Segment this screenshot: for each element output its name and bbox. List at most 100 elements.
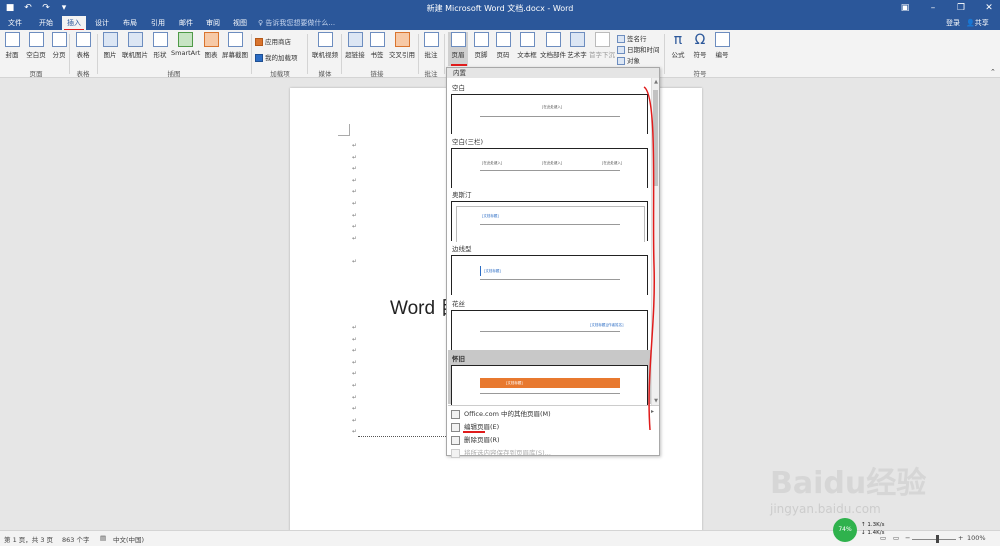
tab-mailings[interactable]: 邮件 [174,16,198,30]
smartart-button[interactable]: SmartArt [171,32,200,57]
header-button[interactable]: 页眉 [448,32,468,66]
tab-view[interactable]: 视图 [228,16,252,30]
wordart-button[interactable]: 艺术字 [567,32,587,59]
table-button[interactable]: 表格 [73,32,93,59]
screenshot-button[interactable]: 屏幕截图 [222,32,248,59]
page-number-button[interactable]: 页码 [493,32,513,59]
signature-line-button[interactable]: 签名行 [617,33,647,43]
tab-insert[interactable]: 插入 [62,16,86,30]
header-rule [480,393,620,394]
footer-icon [473,32,489,47]
zoom-out-icon[interactable]: − [905,534,910,542]
ribbon-display-options-icon[interactable]: ▣ [898,1,912,15]
save-to-gallery-icon [451,448,460,458]
blank-page-icon [28,32,44,47]
online-video-label: 联机视频 [312,51,338,59]
page-number-label: 页码 [496,51,510,59]
tell-me-search[interactable]: ♀ 告诉我您想要做什么... [258,18,335,28]
cover-page-icon [4,32,20,47]
menu-item-edit-header[interactable]: 编辑页眉(E) [451,421,499,432]
group-label-pages: 页面 [29,70,43,78]
drop-cap-button[interactable]: 首字下沉 [589,32,615,59]
screenshot-icon [227,32,243,47]
zoom-slider-thumb[interactable] [936,535,939,543]
chart-button[interactable]: 图表 [202,32,220,59]
cover-page-button[interactable]: 封面 [3,32,21,59]
number-button[interactable]: 编号 [712,32,732,59]
cross-reference-button[interactable]: 交叉引用 [388,32,416,59]
header-rule [480,279,620,280]
hyperlink-button[interactable]: 超链接 [344,32,366,59]
header-preset-austin[interactable]: [文档标题] [451,201,648,242]
pictures-button[interactable]: 图片 [100,32,120,59]
shapes-icon [152,32,168,47]
group-divider [418,34,419,74]
minimize-icon[interactable]: – [926,1,940,15]
tab-review[interactable]: 审阅 [201,16,225,30]
menu-item-label: 编辑页眉(E) [464,423,500,431]
menu-item-save-to-gallery[interactable]: 将所选内容保存到页眉库(S)... [451,447,551,458]
gallery-item-label: 奥斯汀 [452,191,472,199]
online-pictures-icon [127,32,143,47]
group-label-illustrations: 插图 [167,70,181,78]
zoom-slider[interactable] [912,539,956,540]
quick-parts-button[interactable]: 文档部件 [540,32,566,59]
comment-button[interactable]: 批注 [421,32,441,59]
page-count[interactable]: 第 1 页，共 3 页 [4,534,53,544]
page-break-button[interactable]: 分页 [50,32,68,59]
zoom-in-icon[interactable]: + [958,534,963,542]
header-preset-blank[interactable]: [在此处键入] [451,94,648,134]
table-icon [75,32,91,47]
online-video-icon [317,32,333,47]
restore-icon[interactable]: ❐ [954,1,968,15]
tab-references[interactable]: 引用 [146,16,170,30]
retrospect-orange-band [480,378,620,388]
menu-item-remove-header[interactable]: 删除页眉(R) [451,434,500,445]
proofing-icon[interactable]: ▤ [100,534,106,542]
shapes-button[interactable]: 形状 [150,32,170,59]
menu-item-more-headers-office[interactable]: Office.com 中的其他页眉(M) [451,408,551,419]
share-button[interactable]: 👤共享 [966,18,989,28]
header-icon [450,32,466,47]
gallery-item-label: 空白(三栏) [452,138,484,146]
close-icon[interactable]: ✕ [982,1,996,15]
bookmark-button[interactable]: 书签 [368,32,386,59]
page-break-label: 分页 [52,51,66,59]
online-video-button[interactable]: 联机视频 [312,32,338,59]
language[interactable]: 中文(中国) [113,534,144,544]
menu-divider [448,405,659,406]
window-title: 新建 Microsoft Word 文档.docx - Word [426,4,574,13]
header-preset-blank-three-column[interactable]: [在此处键入] [在此处键入] [在此处键入] [451,148,648,188]
collapse-ribbon-icon[interactable]: ⌃ [990,68,996,76]
online-pictures-button[interactable]: 联机图片 [122,32,148,59]
placeholder-text: [在此处键入] [542,105,563,109]
sign-in-link[interactable]: 登录 [946,18,960,28]
tab-layout[interactable]: 布局 [118,16,142,30]
zoom-level[interactable]: 100% [967,534,986,542]
group-label-links: 链接 [370,70,384,78]
date-time-button[interactable]: 日期和时间 [617,44,660,54]
group-divider [307,34,308,74]
tab-design[interactable]: 设计 [90,16,114,30]
blank-page-button[interactable]: 空白页 [24,32,48,59]
object-button[interactable]: 对象 [617,55,640,65]
footer-button[interactable]: 页脚 [471,32,491,59]
sideline-bar [480,266,481,276]
wordart-icon [569,32,585,47]
page-break-dotted-line [358,436,448,437]
my-addins-label: 我的加载项 [265,54,298,62]
gallery-item-label: 怀旧 [452,355,465,363]
header-preset-sideline[interactable]: [文档标题] [451,255,648,295]
equation-button[interactable]: π 公式 [668,32,688,59]
tab-file[interactable]: 文件 [4,16,26,30]
textbox-button[interactable]: 文本框 [516,32,538,59]
store-button[interactable]: 应用商店 [255,36,291,46]
word-count[interactable]: 863 个字 [62,534,89,544]
symbol-button[interactable]: Ω 符号 [690,32,710,59]
header-rule [480,331,620,332]
tab-home[interactable]: 开始 [34,16,58,30]
my-addins-button[interactable]: 我的加载项 [255,52,298,62]
header-preset-retrospect[interactable]: [文档标题] [451,365,648,405]
annotation-underline-header [451,64,467,66]
header-preset-filigree[interactable]: [文档标题][作者姓名] [451,310,648,350]
